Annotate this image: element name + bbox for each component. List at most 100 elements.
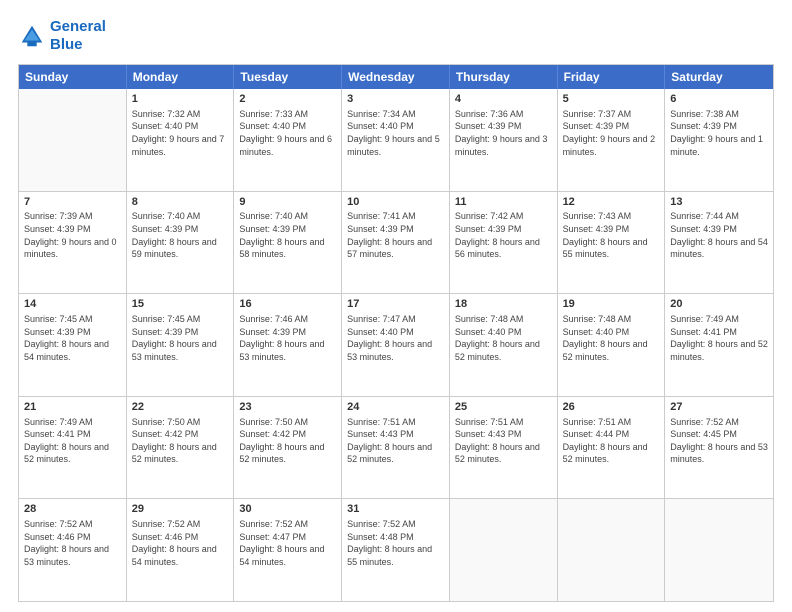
page: General Blue SundayMondayTuesdayWednesda…	[0, 0, 792, 612]
calendar-cell	[19, 89, 127, 191]
calendar-cell: 19Sunrise: 7:48 AMSunset: 4:40 PMDayligh…	[558, 294, 666, 396]
calendar-cell	[665, 499, 773, 601]
day-number: 29	[132, 502, 229, 517]
calendar-row: 14 Sunrise: 7:45 AMSunset: 4:39 PMDayligh…	[19, 293, 773, 396]
calendar-cell: 15Sunrise: 7:45 AMSunset: 4:39 PMDayligh…	[127, 294, 235, 396]
day-number: 20	[670, 297, 768, 312]
cell-details: Sunrise: 7:37 AMSunset: 4:39 PMDaylight:…	[563, 108, 660, 158]
calendar-cell: 25Sunrise: 7:51 AMSunset: 4:43 PMDayligh…	[450, 397, 558, 499]
cell-details: Sunrise: 7:38 AMSunset: 4:39 PMDaylight:…	[670, 108, 768, 158]
day-number: 23	[239, 400, 336, 415]
day-number: 12	[563, 195, 660, 210]
calendar-body: 1Sunrise: 7:32 AMSunset: 4:40 PMDaylight…	[19, 89, 773, 601]
logo-icon	[18, 22, 46, 50]
cell-details: Sunrise: 7:49 AMSunset: 4:41 PMDaylight:…	[24, 416, 121, 466]
calendar-header: SundayMondayTuesdayWednesdayThursdayFrid…	[19, 65, 773, 89]
calendar-cell: 12Sunrise: 7:43 AMSunset: 4:39 PMDayligh…	[558, 192, 666, 294]
cell-details: Sunrise: 7:51 AMSunset: 4:43 PMDaylight:…	[455, 416, 552, 466]
weekday-header: Friday	[558, 65, 666, 89]
cell-details: Sunrise: 7:52 AMSunset: 4:46 PMDaylight:…	[24, 518, 121, 568]
calendar-cell: 10Sunrise: 7:41 AMSunset: 4:39 PMDayligh…	[342, 192, 450, 294]
calendar-cell: 11Sunrise: 7:42 AMSunset: 4:39 PMDayligh…	[450, 192, 558, 294]
day-number: 4	[455, 92, 552, 107]
weekday-header: Saturday	[665, 65, 773, 89]
calendar-cell: 14Sunrise: 7:45 AMSunset: 4:39 PMDayligh…	[19, 294, 127, 396]
weekday-header: Tuesday	[234, 65, 342, 89]
day-number: 15	[132, 297, 229, 312]
calendar-cell: 31Sunrise: 7:52 AMSunset: 4:48 PMDayligh…	[342, 499, 450, 601]
calendar-cell: 22Sunrise: 7:50 AMSunset: 4:42 PMDayligh…	[127, 397, 235, 499]
day-number: 7	[24, 195, 121, 210]
calendar-cell: 24Sunrise: 7:51 AMSunset: 4:43 PMDayligh…	[342, 397, 450, 499]
weekday-header: Monday	[127, 65, 235, 89]
header: General Blue	[18, 18, 774, 54]
calendar-cell: 18Sunrise: 7:48 AMSunset: 4:40 PMDayligh…	[450, 294, 558, 396]
calendar-cell: 21Sunrise: 7:49 AMSunset: 4:41 PMDayligh…	[19, 397, 127, 499]
cell-details: Sunrise: 7:46 AMSunset: 4:39 PMDaylight:…	[239, 313, 336, 363]
cell-details: Sunrise: 7:50 AMSunset: 4:42 PMDaylight:…	[239, 416, 336, 466]
cell-details: Sunrise: 7:45 AMSunset: 4:39 PMDaylight:…	[132, 313, 229, 363]
calendar-cell: 3Sunrise: 7:34 AMSunset: 4:40 PMDaylight…	[342, 89, 450, 191]
calendar-cell: 5Sunrise: 7:37 AMSunset: 4:39 PMDaylight…	[558, 89, 666, 191]
calendar-cell: 9Sunrise: 7:40 AMSunset: 4:39 PMDaylight…	[234, 192, 342, 294]
calendar-cell: 30Sunrise: 7:52 AMSunset: 4:47 PMDayligh…	[234, 499, 342, 601]
cell-details: Sunrise: 7:32 AMSunset: 4:40 PMDaylight:…	[132, 108, 229, 158]
day-number: 1	[132, 92, 229, 107]
day-number: 27	[670, 400, 768, 415]
cell-details: Sunrise: 7:39 AMSunset: 4:39 PMDaylight:…	[24, 210, 121, 260]
calendar-cell	[450, 499, 558, 601]
day-number: 3	[347, 92, 444, 107]
cell-details: Sunrise: 7:48 AMSunset: 4:40 PMDaylight:…	[563, 313, 660, 363]
day-number: 5	[563, 92, 660, 107]
weekday-header: Sunday	[19, 65, 127, 89]
cell-details: Sunrise: 7:47 AMSunset: 4:40 PMDaylight:…	[347, 313, 444, 363]
day-number: 10	[347, 195, 444, 210]
cell-details: Sunrise: 7:34 AMSunset: 4:40 PMDaylight:…	[347, 108, 444, 158]
day-number: 22	[132, 400, 229, 415]
calendar-row: 1Sunrise: 7:32 AMSunset: 4:40 PMDaylight…	[19, 89, 773, 191]
cell-details: Sunrise: 7:51 AMSunset: 4:43 PMDaylight:…	[347, 416, 444, 466]
logo-text: General Blue	[50, 18, 106, 54]
cell-details: Sunrise: 7:49 AMSunset: 4:41 PMDaylight:…	[670, 313, 768, 363]
calendar-row: 7Sunrise: 7:39 AMSunset: 4:39 PMDaylight…	[19, 191, 773, 294]
cell-details: Sunrise: 7:43 AMSunset: 4:39 PMDaylight:…	[563, 210, 660, 260]
day-number: 25	[455, 400, 552, 415]
day-number: 9	[239, 195, 336, 210]
cell-details: Sunrise: 7:51 AMSunset: 4:44 PMDaylight:…	[563, 416, 660, 466]
cell-details: Sunrise: 7:52 AMSunset: 4:48 PMDaylight:…	[347, 518, 444, 568]
calendar-cell: 16Sunrise: 7:46 AMSunset: 4:39 PMDayligh…	[234, 294, 342, 396]
cell-details: Sunrise: 7:50 AMSunset: 4:42 PMDaylight:…	[132, 416, 229, 466]
calendar-cell: 8Sunrise: 7:40 AMSunset: 4:39 PMDaylight…	[127, 192, 235, 294]
cell-details: Sunrise: 7:48 AMSunset: 4:40 PMDaylight:…	[455, 313, 552, 363]
calendar-cell: 1Sunrise: 7:32 AMSunset: 4:40 PMDaylight…	[127, 89, 235, 191]
cell-details: Sunrise: 7:42 AMSunset: 4:39 PMDaylight:…	[455, 210, 552, 260]
day-number: 19	[563, 297, 660, 312]
calendar-row: 21Sunrise: 7:49 AMSunset: 4:41 PMDayligh…	[19, 396, 773, 499]
calendar-cell: 29Sunrise: 7:52 AMSunset: 4:46 PMDayligh…	[127, 499, 235, 601]
calendar-cell	[558, 499, 666, 601]
calendar-row: 28Sunrise: 7:52 AMSunset: 4:46 PMDayligh…	[19, 498, 773, 601]
cell-details: Sunrise: 7:52 AMSunset: 4:47 PMDaylight:…	[239, 518, 336, 568]
weekday-header: Wednesday	[342, 65, 450, 89]
day-number: 24	[347, 400, 444, 415]
logo: General Blue	[18, 18, 106, 54]
cell-details: Sunrise: 7:33 AMSunset: 4:40 PMDaylight:…	[239, 108, 336, 158]
cell-details: Sunrise: 7:40 AMSunset: 4:39 PMDaylight:…	[239, 210, 336, 260]
calendar-cell: 26Sunrise: 7:51 AMSunset: 4:44 PMDayligh…	[558, 397, 666, 499]
calendar-cell: 28Sunrise: 7:52 AMSunset: 4:46 PMDayligh…	[19, 499, 127, 601]
day-number: 11	[455, 195, 552, 210]
calendar-cell: 13Sunrise: 7:44 AMSunset: 4:39 PMDayligh…	[665, 192, 773, 294]
day-number: 6	[670, 92, 768, 107]
day-number: 28	[24, 502, 121, 517]
calendar-cell: 20Sunrise: 7:49 AMSunset: 4:41 PMDayligh…	[665, 294, 773, 396]
day-number: 17	[347, 297, 444, 312]
day-number: 14	[24, 297, 121, 312]
day-number: 16	[239, 297, 336, 312]
cell-details: Sunrise: 7:52 AMSunset: 4:45 PMDaylight:…	[670, 416, 768, 466]
day-number: 31	[347, 502, 444, 517]
cell-details: Sunrise: 7:41 AMSunset: 4:39 PMDaylight:…	[347, 210, 444, 260]
calendar: SundayMondayTuesdayWednesdayThursdayFrid…	[18, 64, 774, 602]
day-number: 8	[132, 195, 229, 210]
weekday-header: Thursday	[450, 65, 558, 89]
calendar-cell: 4Sunrise: 7:36 AMSunset: 4:39 PMDaylight…	[450, 89, 558, 191]
